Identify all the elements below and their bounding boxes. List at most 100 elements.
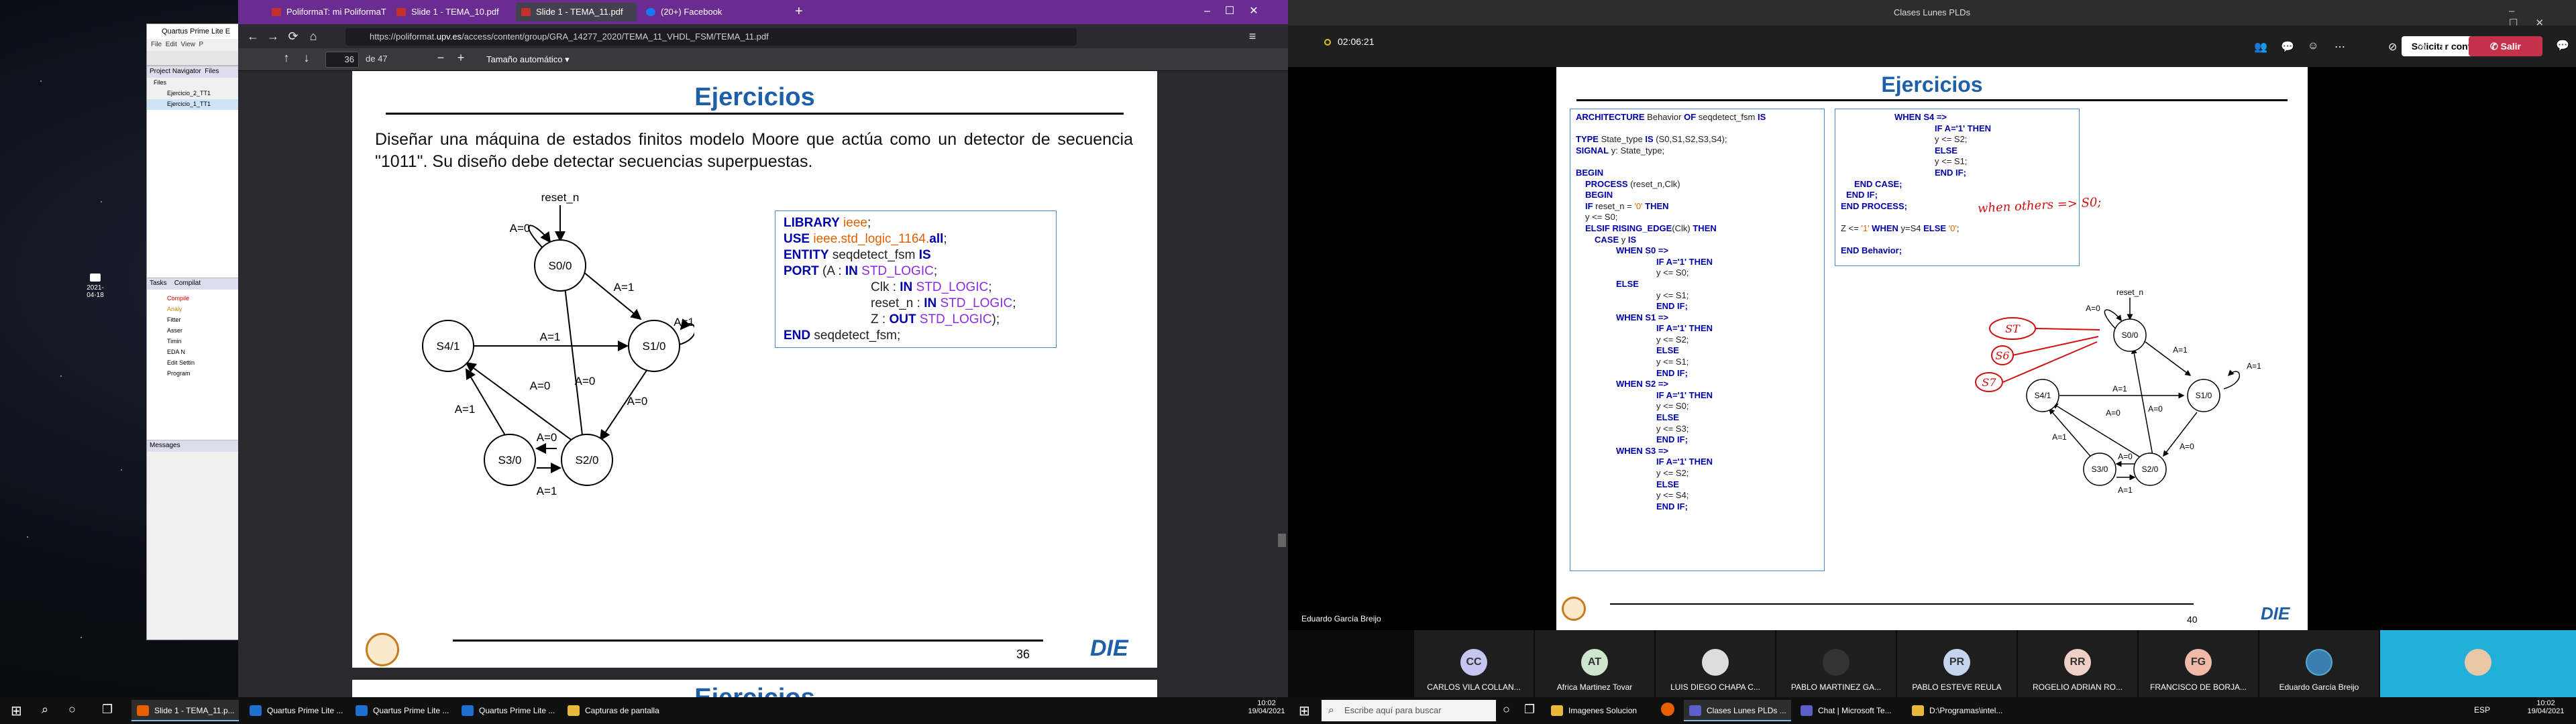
project-navigator-tab[interactable]: Project Navigator Files — [147, 66, 239, 78]
url-prefix: https://poliformat. — [370, 32, 437, 42]
scrollbar-thumb[interactable] — [1278, 534, 1286, 547]
task-compile[interactable]: Compile — [147, 294, 239, 304]
reactions-icon[interactable]: ☺ — [2308, 40, 2318, 52]
cortana-icon[interactable]: ○ — [1503, 703, 1510, 717]
participants-icon[interactable]: 👥 — [2254, 40, 2267, 54]
reload-icon[interactable]: ⟳ — [285, 29, 301, 44]
edge-label: A=1 — [2247, 361, 2261, 371]
windows-start-icon[interactable]: ⊞ — [1299, 703, 1310, 719]
mic-off-icon[interactable]: 🎙 — [2415, 40, 2428, 54]
leave-button[interactable]: ✆ Salir — [2469, 36, 2542, 56]
die-logo-icon: DIE — [2261, 603, 2290, 623]
menu-file[interactable]: File — [151, 41, 162, 48]
new-tab-button[interactable]: + — [795, 4, 803, 19]
participants-gallery: CC CARLOS VILA COLLAN... AT Africa Martine… — [1288, 630, 2576, 697]
self-avatar — [2465, 649, 2491, 676]
search-icon[interactable]: ⌕ — [42, 703, 48, 717]
zoom-out-icon[interactable]: − — [433, 51, 449, 65]
task-view-icon[interactable]: ❐ — [102, 703, 113, 717]
taskbar-label: Chat | Microsoft Te... — [1818, 706, 1892, 715]
file-item[interactable]: Ejercicio_2_TT1 — [147, 88, 239, 99]
chat-icon[interactable]: 💬 — [2556, 39, 2569, 52]
taskbar-item[interactable]: Clases Lunes PLDs ... — [1684, 700, 1791, 721]
quartus-menu[interactable]: File Edit View P — [147, 39, 239, 51]
state-s2: S2/0 — [576, 454, 599, 467]
teams-window[interactable]: Clases Lunes PLDs –☐✕ 02:06:21 Solicitar… — [1288, 0, 2576, 697]
cortana-icon[interactable]: ○ — [68, 703, 76, 717]
taskbar-item[interactable]: Quartus Prime Lite ... — [244, 700, 345, 721]
firefox-icon[interactable] — [1661, 703, 1674, 716]
participant-tile[interactable]: RR ROGELIO ADRIAN RO... — [2018, 630, 2137, 697]
quartus-window[interactable]: Quartus Prime Lite E File Edit View P Pr… — [146, 23, 240, 640]
desktop-icon[interactable]: 2021-04-18 — [82, 274, 109, 300]
back-icon[interactable]: ← — [245, 29, 261, 44]
taskbar-label: Quartus Prime Lite ... — [479, 706, 555, 715]
task-analysis[interactable]: Analy — [147, 304, 239, 315]
messages-panel[interactable]: Messages — [147, 440, 239, 452]
windows-start-icon[interactable]: ⊞ — [11, 703, 22, 719]
zoom-select[interactable]: Tamaño automático ▾ — [480, 52, 614, 68]
participant-tile[interactable]: PR PABLO ESTEVE REULA — [1897, 630, 2017, 697]
footer-rule — [453, 640, 1043, 642]
self-video-tile[interactable] — [2380, 630, 2576, 697]
search-box[interactable]: ⌕ Escribe aquí para buscar — [1322, 700, 1496, 721]
home-icon[interactable]: ⌂ — [305, 29, 321, 44]
task-edit-settings[interactable]: Edit Settin — [147, 358, 239, 369]
taskbar-item[interactable]: Quartus Prime Lite ... — [350, 700, 451, 721]
fsm-diagram: reset_n S0/0 S1/0 S2/0 S3/0 S4/1 A=0 A=1… — [422, 192, 694, 497]
tab-poliformat[interactable]: PoliformaT: mi PoliformaT - M — [266, 3, 387, 21]
menu-icon[interactable]: ≡ — [1244, 29, 1260, 44]
forward-icon[interactable]: → — [265, 29, 281, 44]
participant-tile[interactable]: LUIS DIEGO CHAPA C... — [1656, 630, 1775, 697]
task-fitter[interactable]: Fitter — [147, 315, 239, 326]
taskbar-item[interactable]: Quartus Prime Lite ... — [456, 700, 557, 721]
taskbar-item[interactable]: Capturas de pantalla — [562, 700, 663, 721]
participant-tile[interactable]: CC CARLOS VILA COLLAN... — [1414, 630, 1534, 697]
next-slide-title: Ejercicios — [352, 684, 1157, 697]
participant-tile[interactable]: PABLO MARTINEZ GA... — [1776, 630, 1896, 697]
window-controls[interactable]: –☐✕ — [1204, 4, 1273, 17]
chat-icon[interactable]: 💬 — [2281, 40, 2294, 54]
language-indicator[interactable]: ESP — [2474, 705, 2490, 715]
clock[interactable]: 10:02 19/04/2021 — [1248, 699, 1285, 715]
slide-36: Ejercicios Diseñar una máquina de estado… — [352, 71, 1157, 668]
url-domain: upv.es — [436, 32, 462, 42]
task-assembler[interactable]: Asser — [147, 326, 239, 337]
edge-label: A=0 — [627, 395, 648, 408]
pdf-viewer[interactable]: Ejercicios Diseñar una máquina de estado… — [238, 71, 1288, 697]
task-eda[interactable]: EDA N — [147, 347, 239, 358]
task-timing[interactable]: Timin — [147, 337, 239, 347]
tab-tema10[interactable]: Slide 1 - TEMA_10.pdf — [391, 3, 512, 21]
share-icon[interactable]: ⬆ — [2439, 40, 2448, 54]
task-program[interactable]: Program — [147, 369, 239, 379]
taskbar-item[interactable]: D:\Programas\intel... — [1907, 700, 2014, 721]
tab-facebook[interactable]: (20+) Facebook — [641, 3, 788, 21]
prev-page-icon[interactable]: ↑ — [278, 51, 294, 65]
menu-edit[interactable]: Edit — [166, 41, 177, 48]
menu-p[interactable]: P — [199, 41, 204, 48]
participant-tile[interactable]: AT Africa Martinez Tovar — [1535, 630, 1654, 697]
edge-label: A=0 — [2148, 404, 2163, 414]
url-bar[interactable]: https://poliformat.upv.es/access/content… — [345, 28, 1077, 46]
tab-tema11[interactable]: Slide 1 - TEMA_11.pdf — [516, 3, 637, 21]
file-item[interactable]: Ejercicio_1_TT1 — [147, 99, 239, 110]
menu-view[interactable]: View — [180, 41, 195, 48]
task-view-icon[interactable]: ❐ — [1524, 703, 1535, 717]
camera-off-icon[interactable]: ⊘ — [2388, 40, 2397, 54]
participant-tile[interactable]: Eduardo García Breijo — [2259, 630, 2379, 697]
firefox-window[interactable]: PoliformaT: mi PoliformaT - M Slide 1 - … — [238, 0, 1288, 697]
taskbar-label: Clases Lunes PLDs ... — [1707, 706, 1786, 715]
taskbar-item[interactable]: Chat | Microsoft Te... — [1795, 700, 1902, 721]
zoom-in-icon[interactable]: + — [453, 51, 469, 65]
next-page-icon[interactable]: ↓ — [299, 51, 315, 65]
compilation-tab[interactable]: Compilat — [174, 280, 201, 287]
taskbar-item[interactable]: Slide 1 - TEMA_11.p... — [131, 700, 239, 721]
participant-tile[interactable]: FG FRANCISCO DE BORJA... — [2139, 630, 2258, 697]
more-options-icon[interactable]: ⋯ — [2334, 40, 2345, 54]
taskbar-item[interactable]: Imagenes Solucion — [1546, 700, 1653, 721]
upv-favicon-icon — [272, 8, 281, 16]
clock[interactable]: 10:02 19/04/2021 — [2522, 699, 2569, 715]
page-number-input[interactable]: 36 — [325, 52, 359, 68]
tasks-header[interactable]: Tasks Compilat — [147, 278, 239, 290]
files-tab[interactable]: Files — [205, 68, 219, 75]
